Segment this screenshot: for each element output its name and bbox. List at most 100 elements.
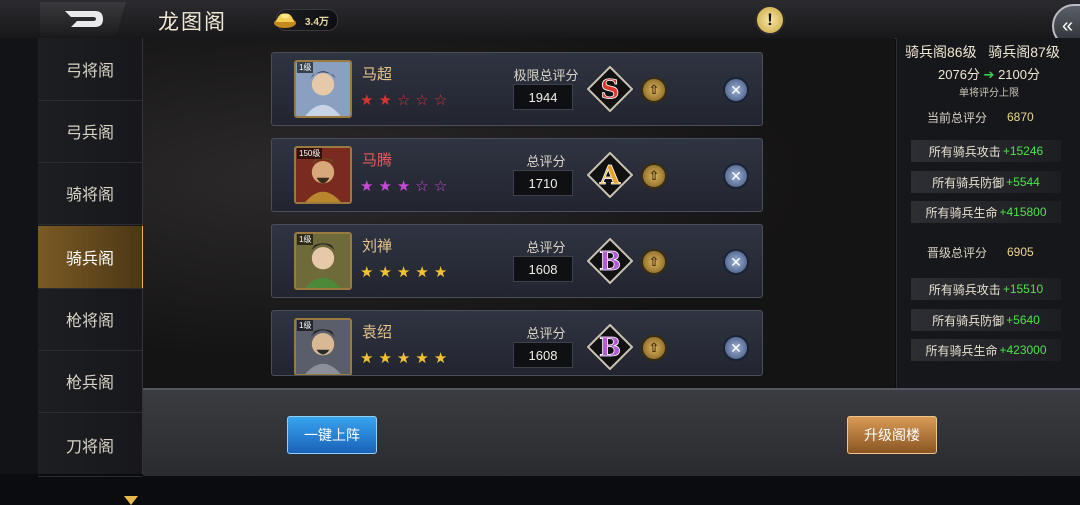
bonus-label: 所有骑兵攻击: [928, 144, 1001, 159]
next-bonus-row: 所有骑兵攻击 +15510: [911, 278, 1061, 300]
sidebar-item-label: 骑将阁: [65, 187, 114, 204]
one-click-deploy-button[interactable]: 一键上阵: [287, 416, 377, 454]
sidebar-item-label: 枪兵阁: [65, 375, 114, 392]
star-empty-icon: ☆: [433, 92, 453, 109]
sidebar-item-label: 枪将阁: [65, 313, 114, 330]
hero-portrait[interactable]: 150级: [294, 146, 352, 204]
sidebar-item-spear-soldier[interactable]: 枪兵阁: [38, 350, 142, 413]
bonus-value: +5640: [1006, 313, 1040, 327]
bottom-bar: 一键上阵 升级阁楼: [143, 388, 1080, 476]
hero-portrait[interactable]: 1级: [294, 318, 352, 375]
sidebar-item-label: 骑兵阁: [65, 251, 114, 268]
current-bonus-row: 所有骑兵攻击 +15246: [911, 140, 1061, 162]
scroll-down-icon[interactable]: [124, 496, 138, 505]
sidebar-item-cavalry-general[interactable]: 骑将阁: [38, 162, 142, 225]
remove-x-icon[interactable]: ✕: [723, 335, 749, 361]
bonus-value: +415800: [999, 205, 1047, 219]
hero-portrait[interactable]: 1级: [294, 60, 352, 118]
alert-icon[interactable]: !: [755, 5, 785, 35]
grade-badge: B: [587, 238, 633, 284]
hero-level: 1级: [297, 234, 314, 245]
star-empty-icon: ☆: [415, 178, 434, 195]
page-title: 龙图阁: [158, 11, 227, 34]
star-filled-icon: ★: [396, 350, 416, 367]
sidebar: 弓将阁 弓兵阁 骑将阁 骑兵阁 枪将阁 枪兵阁 刀将阁: [38, 38, 145, 505]
collapse-icon: «: [1062, 14, 1074, 37]
hero-name: 马超: [362, 66, 393, 83]
bonus-label: 所有骑兵防御: [932, 313, 1005, 328]
score-to: 2100分: [998, 67, 1040, 82]
sidebar-item-blade-general[interactable]: 刀将阁: [38, 414, 142, 477]
sidebar-item-bow-general[interactable]: 弓将阁: [38, 38, 142, 101]
hero-card[interactable]: 150级 马腾 ★★★☆☆ 总评分 1710 A ⇧ ✕: [271, 138, 763, 212]
back-button[interactable]: [40, 2, 126, 36]
arrow-right-icon: ➔: [983, 67, 995, 82]
currency-display[interactable]: 3.4万: [274, 9, 338, 31]
grade-letter: S: [601, 75, 620, 105]
gold-ingot-icon: [274, 13, 296, 28]
sidebar-item-bow-soldier[interactable]: 弓兵阁: [38, 100, 142, 163]
sidebar-item-cavalry-soldier[interactable]: 骑兵阁: [38, 226, 145, 289]
hero-level: 1级: [297, 62, 314, 73]
star-filled-icon: ★: [378, 264, 397, 281]
currency-amount: 3.4万: [305, 17, 329, 28]
bonus-value: +423000: [999, 343, 1047, 357]
grade-badge: B: [587, 324, 633, 370]
hero-name: 刘禅: [362, 238, 393, 255]
star-filled-icon: ★: [360, 178, 379, 195]
sidebar-item-label: 刀将阁: [65, 439, 114, 456]
score-value: 1944: [513, 84, 573, 110]
current-level: 骑兵阁86级: [905, 44, 977, 60]
hero-card[interactable]: 1级 袁绍 ★★★★★ 总评分 1608 B ⇧ ✕: [271, 310, 763, 376]
bonus-label: 所有骑兵生命: [925, 343, 998, 358]
next-level: 骑兵阁87级: [988, 44, 1060, 60]
remove-x-icon[interactable]: ✕: [723, 77, 749, 103]
score-value: 1710: [513, 170, 573, 196]
score-from: 2076分: [938, 67, 980, 82]
hero-card[interactable]: 1级 马超 ★★☆☆☆ 极限总评分 1944 S ⇧ ✕: [271, 52, 763, 126]
hero-stars: ★★☆☆☆: [360, 91, 452, 109]
next-total-label: 晋级总评分: [927, 245, 988, 260]
remove-x-icon[interactable]: ✕: [723, 163, 749, 189]
sidebar-item-spear-general[interactable]: 枪将阁: [38, 288, 142, 351]
score-value: 1608: [513, 256, 573, 282]
hero-portrait[interactable]: 1级: [294, 232, 352, 290]
upgrade-pavilion-button[interactable]: 升级阁楼: [847, 416, 937, 454]
sidebar-item-label: 弓兵阁: [65, 125, 114, 142]
star-filled-icon: ★: [360, 350, 379, 367]
upgrade-arrow-icon[interactable]: ⇧: [641, 249, 667, 275]
left-edge: [0, 38, 38, 474]
bonus-label: 所有骑兵攻击: [928, 282, 1001, 297]
grade-badge: S: [587, 66, 633, 112]
upgrade-arrow-icon[interactable]: ⇧: [641, 163, 667, 189]
star-filled-icon: ★: [378, 92, 397, 109]
hero-name: 袁绍: [362, 324, 393, 341]
current-bonus-row: 所有骑兵防御 +5544: [911, 171, 1061, 193]
hero-level: 150级: [297, 148, 323, 159]
score-label: 总评分: [526, 326, 566, 341]
score-label: 极限总评分: [513, 68, 579, 83]
hero-card[interactable]: 1级 刘禅 ★★★★★ 总评分 1608 B ⇧ ✕: [271, 224, 763, 298]
hero-stars: ★★★★★: [360, 263, 452, 281]
grade-badge: A: [587, 152, 633, 198]
grade-letter: B: [599, 247, 621, 277]
upgrade-arrow-icon[interactable]: ⇧: [641, 77, 667, 103]
upgrade-arrow-icon[interactable]: ⇧: [641, 335, 667, 361]
star-empty-icon: ☆: [415, 92, 434, 109]
star-filled-icon: ★: [433, 350, 453, 367]
current-total-value: 6870: [1007, 110, 1034, 124]
score-label: 总评分: [526, 154, 566, 169]
hero-list-panel: 1级 马超 ★★☆☆☆ 极限总评分 1944 S ⇧ ✕ 150级 马腾 ★★★…: [143, 38, 895, 388]
current-total-row: 当前总评分 6870: [911, 106, 1067, 128]
top-bar: 龙图阁 3.4万 ! «: [0, 0, 1080, 48]
star-empty-icon: ☆: [433, 178, 453, 195]
next-total-value: 6905: [1007, 245, 1034, 259]
next-total-row: 晋级总评分 6905: [911, 241, 1067, 263]
star-filled-icon: ★: [378, 178, 397, 195]
next-bonus-row: 所有骑兵生命 +423000: [911, 339, 1061, 361]
star-filled-icon: ★: [415, 264, 434, 281]
star-filled-icon: ★: [433, 264, 453, 281]
star-empty-icon: ☆: [396, 92, 416, 109]
star-filled-icon: ★: [415, 350, 434, 367]
remove-x-icon[interactable]: ✕: [723, 249, 749, 275]
